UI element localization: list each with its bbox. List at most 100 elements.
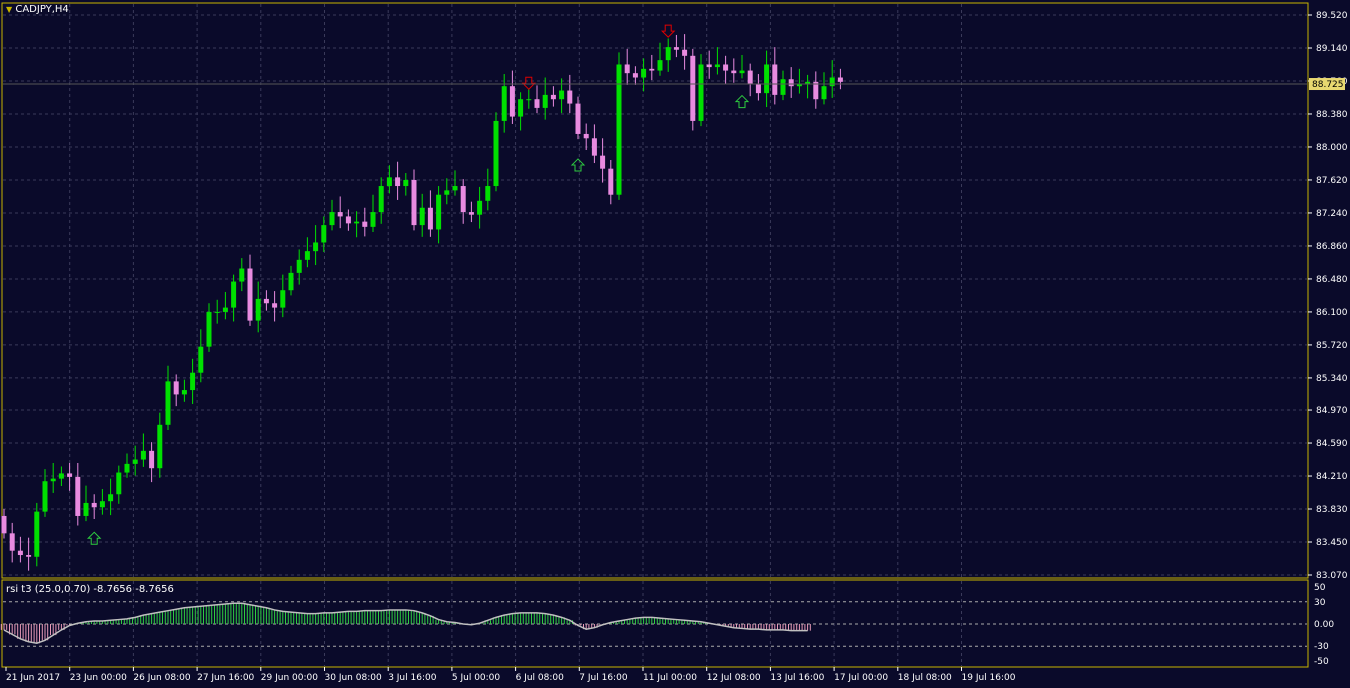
- bull-candle: [288, 272, 294, 291]
- price-tick-label: 85.340: [1316, 374, 1348, 384]
- bear-candle: [509, 86, 515, 117]
- bull-candle: [198, 346, 204, 373]
- bull-candle: [403, 179, 409, 187]
- rsi-axis-label: -50: [1314, 657, 1329, 667]
- time-tick-label: 18 Jul 08:00: [898, 673, 952, 683]
- bull-candle: [354, 221, 360, 224]
- bull-candle: [214, 311, 220, 313]
- price-tick-label: 83.450: [1316, 538, 1348, 548]
- bull-candle: [378, 186, 384, 213]
- bull-candle: [714, 64, 720, 68]
- time-tick-label: 26 Jun 08:00: [133, 673, 190, 683]
- time-tick-label: 19 Jul 16:00: [962, 673, 1016, 683]
- bull-candle: [386, 177, 392, 187]
- bear-candle: [575, 103, 581, 134]
- bull-candle: [239, 268, 245, 282]
- bull-candle: [739, 70, 745, 74]
- bear-candle: [591, 138, 597, 156]
- price-tick-label: 86.480: [1316, 275, 1348, 285]
- bull-candle: [83, 502, 89, 516]
- bull-candle: [116, 472, 122, 495]
- bear-candle: [427, 207, 433, 230]
- bear-candle: [534, 99, 540, 108]
- bull-candle: [255, 298, 261, 321]
- bull-candle: [50, 478, 56, 482]
- bull-candle: [231, 281, 237, 308]
- symbol-title: CADJPY,H4: [15, 4, 69, 15]
- bull-candle: [796, 84, 802, 87]
- triangle-down-icon[interactable]: ▼: [6, 5, 12, 14]
- bear-candle: [673, 47, 679, 50]
- bull-candle: [206, 311, 212, 347]
- bear-candle: [91, 502, 97, 508]
- bear-candle: [690, 55, 696, 121]
- bear-candle: [26, 555, 32, 557]
- price-tick-label: 84.590: [1316, 439, 1348, 449]
- bear-candle: [550, 94, 556, 100]
- bull-candle: [132, 459, 138, 464]
- bull-candle: [304, 251, 310, 260]
- bull-candle: [485, 186, 491, 201]
- bull-candle: [370, 212, 376, 227]
- up-arrow-icon: [734, 94, 750, 109]
- bull-candle: [493, 120, 499, 187]
- bull-candle: [764, 64, 770, 94]
- price-tick-label: 84.210: [1316, 472, 1348, 482]
- price-tick-label: 85.720: [1316, 341, 1348, 351]
- price-tick-label: 87.240: [1316, 209, 1348, 219]
- main-panel-frame: [1, 2, 1309, 579]
- bear-candle: [649, 68, 655, 71]
- time-tick-label: 30 Jun 08:00: [325, 673, 382, 683]
- price-tick-label: 83.830: [1316, 505, 1348, 515]
- time-tick-label: 11 Jul 00:00: [643, 673, 697, 683]
- chart-title: ▼ CADJPY,H4: [6, 4, 69, 15]
- down-arrow-icon: [521, 76, 537, 90]
- time-tick-label: 6 Jul 08:00: [516, 673, 565, 683]
- price-chart[interactable]: 89.52089.14088.76088.38088.00087.62087.2…: [0, 0, 1350, 688]
- bull-candle: [296, 259, 302, 273]
- time-tick-label: 5 Jul 00:00: [452, 673, 501, 683]
- time-tick-label: 29 Jun 00:00: [261, 673, 318, 683]
- bear-candle: [706, 64, 712, 68]
- bull-candle: [477, 200, 483, 215]
- current-price-label: 88.725: [1312, 80, 1344, 90]
- price-tick-label: 86.100: [1316, 308, 1348, 318]
- bull-candle: [108, 494, 114, 502]
- bull-candle: [436, 194, 442, 230]
- time-tick-label: 21 Jun 2017: [6, 673, 60, 683]
- indicator-title: rsi t3 (25.0,0.70) -8.7656 -8.7656: [6, 584, 174, 595]
- chart-window[interactable]: 89.52089.14088.76088.38088.00087.62087.2…: [0, 0, 1350, 688]
- bear-candle: [1, 515, 7, 534]
- price-tick-label: 86.860: [1316, 242, 1348, 252]
- up-arrow-icon: [570, 158, 586, 172]
- bull-candle: [34, 511, 40, 557]
- down-arrow-icon: [660, 24, 676, 38]
- bull-candle: [665, 47, 671, 61]
- rsi-axis-label: 30: [1314, 598, 1326, 608]
- bull-candle: [559, 90, 565, 100]
- bear-candle: [731, 70, 737, 74]
- bear-candle: [395, 177, 401, 187]
- bull-candle: [419, 207, 425, 226]
- bear-candle: [682, 49, 688, 56]
- bear-candle: [9, 533, 15, 551]
- bear-candle: [632, 73, 638, 78]
- bull-candle: [99, 501, 105, 508]
- bull-candle: [42, 481, 48, 512]
- bear-candle: [362, 221, 368, 227]
- bear-candle: [788, 79, 794, 87]
- price-tick-label: 83.070: [1316, 571, 1348, 581]
- bull-candle: [140, 450, 146, 460]
- time-tick-label: 7 Jul 16:00: [579, 673, 628, 683]
- price-tick-label: 89.140: [1316, 44, 1348, 54]
- bear-candle: [608, 168, 614, 195]
- bear-candle: [583, 133, 589, 139]
- bear-candle: [837, 77, 843, 82]
- bear-candle: [772, 64, 778, 95]
- bull-candle: [165, 381, 171, 425]
- bull-candle: [181, 390, 187, 395]
- bull-candle: [157, 424, 163, 469]
- rsi-axis-label: -30: [1314, 642, 1329, 652]
- bear-candle: [149, 450, 155, 469]
- bull-candle: [780, 79, 786, 95]
